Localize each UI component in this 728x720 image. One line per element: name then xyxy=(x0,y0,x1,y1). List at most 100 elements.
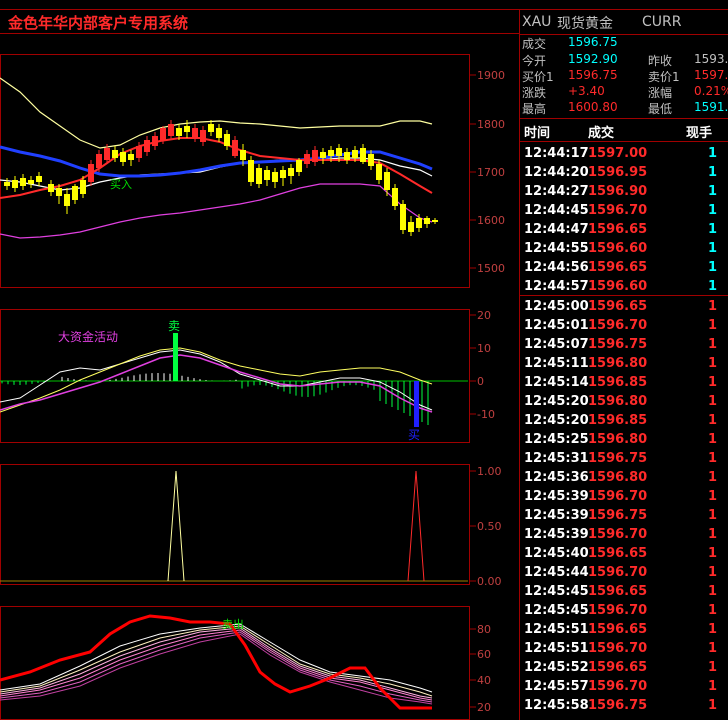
tick-qty: 1 xyxy=(708,679,718,694)
tick-price: 1596.75 xyxy=(588,508,648,523)
tick-qty: 1 xyxy=(708,451,718,466)
table-row[interactable]: 12:45:01 1596.70 1 xyxy=(0,316,728,335)
table-row[interactable]: 12:45:36 1596.80 1 xyxy=(0,468,728,487)
table-row[interactable]: 12:45:07 1596.75 1 xyxy=(0,335,728,354)
header-price: 成交 xyxy=(588,126,615,141)
candle-body xyxy=(168,124,174,136)
table-row[interactable]: 12:45:45 1596.65 1 xyxy=(0,582,728,601)
table-row[interactable]: 12:44:17 1597.00 1 xyxy=(0,144,728,163)
candle-body xyxy=(192,128,198,138)
tick-qty: 1 xyxy=(708,527,718,542)
table-row[interactable]: 12:44:45 1596.70 1 xyxy=(0,201,728,220)
table-row[interactable]: 12:45:00 1596.65 1 xyxy=(0,297,728,316)
table-row[interactable]: 12:45:44 1596.70 1 xyxy=(0,563,728,582)
tick-time: 12:44:20 xyxy=(524,165,589,180)
tick-qty: 1 xyxy=(708,375,718,390)
high-label: 最高 xyxy=(522,102,547,116)
low-value: 1591. xyxy=(694,100,728,114)
table-row[interactable]: 12:45:31 1596.75 1 xyxy=(0,449,728,468)
candle-body xyxy=(184,126,190,132)
tick-qty: 1 xyxy=(708,622,718,637)
tick-price: 1596.60 xyxy=(588,279,648,294)
tick-time: 12:45:01 xyxy=(524,318,589,333)
table-row[interactable]: 12:45:11 1596.80 1 xyxy=(0,354,728,373)
tick-time: 12:45:07 xyxy=(524,337,589,352)
tick-price: 1596.75 xyxy=(588,451,648,466)
tick-qty: 1 xyxy=(708,660,718,675)
tick-price: 1596.65 xyxy=(588,546,648,561)
tick-time: 12:44:45 xyxy=(524,203,589,218)
chg-value: +3.40 xyxy=(568,84,605,98)
open-value: 1592.90 xyxy=(568,52,618,66)
table-row[interactable]: 12:45:51 1596.70 1 xyxy=(0,639,728,658)
table-row[interactable]: 12:44:55 1596.60 1 xyxy=(0,239,728,258)
table-row[interactable]: 12:45:52 1596.65 1 xyxy=(0,658,728,677)
ask-label: 卖价1 xyxy=(648,70,680,84)
candle-body xyxy=(216,128,222,138)
tick-qty: 1 xyxy=(708,222,718,237)
tick-qty: 1 xyxy=(708,146,718,161)
table-row[interactable]: 12:44:56 1596.65 1 xyxy=(0,258,728,277)
table-row[interactable]: 12:45:39 1596.75 1 xyxy=(0,506,728,525)
table-row[interactable]: 12:45:20 1596.80 1 xyxy=(0,392,728,411)
tick-price: 1596.70 xyxy=(588,489,648,504)
app-title: 金色年华内部客户专用系统 xyxy=(8,14,189,32)
table-row[interactable]: 12:44:47 1596.65 1 xyxy=(0,220,728,239)
tick-qty: 1 xyxy=(708,318,718,333)
tick-time: 12:44:27 xyxy=(524,184,589,199)
prev-value: 1593. xyxy=(694,52,728,66)
tick-time: 12:45:45 xyxy=(524,584,589,599)
table-row[interactable]: 12:45:57 1596.70 1 xyxy=(0,677,728,696)
tick-price: 1596.60 xyxy=(588,241,648,256)
table-row[interactable]: 12:44:57 1596.60 1 xyxy=(0,277,728,296)
table-row[interactable]: 12:45:58 1596.75 1 xyxy=(0,696,728,715)
tick-qty: 1 xyxy=(708,279,718,294)
chg-label: 涨跌 xyxy=(522,86,547,100)
tick-time: 12:45:20 xyxy=(524,394,589,409)
table-row[interactable]: 12:45:45 1596.70 1 xyxy=(0,601,728,620)
table-row[interactable]: 12:44:27 1596.90 1 xyxy=(0,182,728,201)
tick-price: 1596.70 xyxy=(588,318,648,333)
table-row[interactable]: 12:45:25 1596.80 1 xyxy=(0,430,728,449)
tick-time: 12:45:40 xyxy=(524,546,589,561)
tick-price: 1596.70 xyxy=(588,203,648,218)
tick-time: 12:44:17 xyxy=(524,146,589,161)
tick-time: 12:45:39 xyxy=(524,527,589,542)
tick-time: 12:45:39 xyxy=(524,489,589,504)
last-value: 1596.75 xyxy=(568,35,618,49)
tick-price: 1596.70 xyxy=(588,603,648,618)
tick-qty: 1 xyxy=(708,165,718,180)
table-row[interactable]: 12:45:51 1596.65 1 xyxy=(0,620,728,639)
tick-price: 1596.70 xyxy=(588,679,648,694)
tick-qty: 1 xyxy=(708,698,718,713)
tick-qty: 1 xyxy=(708,184,718,199)
table-row[interactable]: 12:45:39 1596.70 1 xyxy=(0,487,728,506)
tick-price: 1596.95 xyxy=(588,165,648,180)
tick-qty: 1 xyxy=(708,489,718,504)
tick-price: 1596.80 xyxy=(588,356,648,371)
tick-time: 12:44:57 xyxy=(524,279,589,294)
ask-value: 1597. xyxy=(694,68,728,82)
symbol-name: 现货黄金 xyxy=(557,16,613,32)
tick-qty: 1 xyxy=(708,394,718,409)
tick-qty: 1 xyxy=(708,565,718,580)
table-row[interactable]: 12:45:20 1596.85 1 xyxy=(0,411,728,430)
candle-body xyxy=(208,124,214,132)
pct-label: 涨幅 xyxy=(648,86,673,100)
table-row[interactable]: 12:45:14 1596.85 1 xyxy=(0,373,728,392)
mode-label[interactable]: CURR xyxy=(642,14,681,30)
tick-qty: 1 xyxy=(708,432,718,447)
candle-body xyxy=(160,128,166,140)
tick-time: 12:45:11 xyxy=(524,356,589,371)
table-row[interactable]: 12:45:39 1596.70 1 xyxy=(0,525,728,544)
tick-qty: 1 xyxy=(708,546,718,561)
open-label: 今开 xyxy=(522,54,547,68)
tick-time: 12:45:14 xyxy=(524,375,589,390)
table-row[interactable]: 12:45:40 1596.65 1 xyxy=(0,544,728,563)
tick-time: 12:45:25 xyxy=(524,432,589,447)
bid-label: 买价1 xyxy=(522,70,554,84)
last-label: 成交 xyxy=(522,37,547,51)
tick-price: 1596.65 xyxy=(588,584,648,599)
tick-price: 1596.75 xyxy=(588,337,648,352)
table-row[interactable]: 12:44:20 1596.95 1 xyxy=(0,163,728,182)
